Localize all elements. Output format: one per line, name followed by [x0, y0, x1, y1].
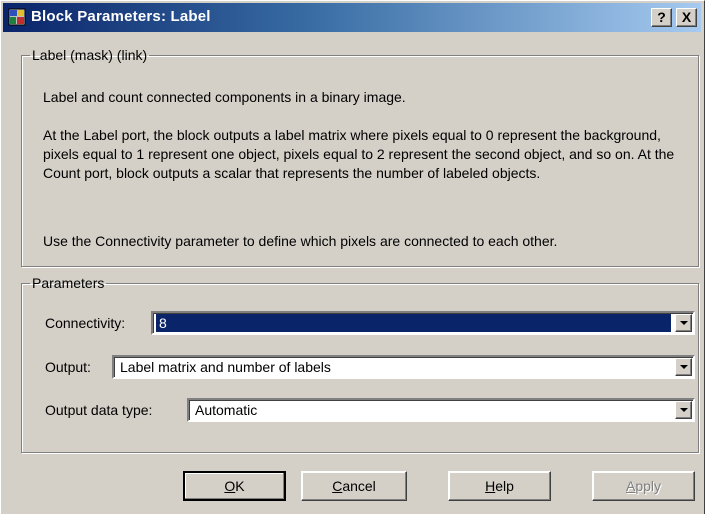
apply-button: Apply: [592, 471, 695, 501]
cancel-mnemonic: C: [332, 478, 343, 494]
description-connectivity: Use the Connectivity parameter to define…: [43, 233, 558, 249]
apply-label-rest: pply: [635, 478, 662, 494]
chevron-down-icon[interactable]: [675, 401, 692, 419]
connectivity-dropdown[interactable]: 8: [151, 311, 695, 335]
chevron-down-icon[interactable]: [675, 314, 692, 332]
connectivity-label: Connectivity:: [45, 315, 126, 331]
help-label-rest: elp: [495, 478, 514, 494]
apply-mnemonic: A: [625, 478, 636, 494]
description-ports: At the Label port, the block outputs a l…: [43, 127, 675, 181]
description-summary: Label and count connected components in …: [43, 89, 406, 105]
connectivity-value: 8: [156, 314, 671, 332]
output-data-type-value: Automatic: [195, 402, 258, 418]
context-help-button[interactable]: ?: [651, 8, 672, 27]
close-button[interactable]: X: [676, 8, 697, 27]
parameters-group-legend: Parameters: [32, 275, 105, 291]
output-data-type-label: Output data type:: [45, 402, 153, 418]
ok-mnemonic: O: [224, 478, 236, 494]
cancel-label-rest: ancel: [342, 478, 376, 494]
output-dropdown[interactable]: Label matrix and number of labels: [112, 355, 695, 379]
help-mnemonic: H: [485, 478, 496, 494]
chevron-down-icon[interactable]: [675, 358, 692, 376]
mask-group-legend: Label (mask) (link): [32, 47, 148, 63]
ok-label-rest: K: [235, 478, 245, 494]
window-title: Block Parameters: Label: [31, 8, 211, 25]
help-button[interactable]: Help: [448, 471, 551, 501]
simulink-block-icon: [8, 8, 26, 26]
dialog-window: Block Parameters: Label ? X Label (mask)…: [0, 0, 705, 514]
output-data-type-dropdown[interactable]: Automatic: [187, 398, 695, 422]
output-label: Output:: [45, 359, 91, 375]
output-value: Label matrix and number of labels: [120, 359, 331, 375]
ok-button[interactable]: OK: [183, 471, 286, 501]
title-bar[interactable]: Block Parameters: Label ? X: [3, 3, 701, 32]
cancel-button[interactable]: Cancel: [301, 471, 407, 501]
